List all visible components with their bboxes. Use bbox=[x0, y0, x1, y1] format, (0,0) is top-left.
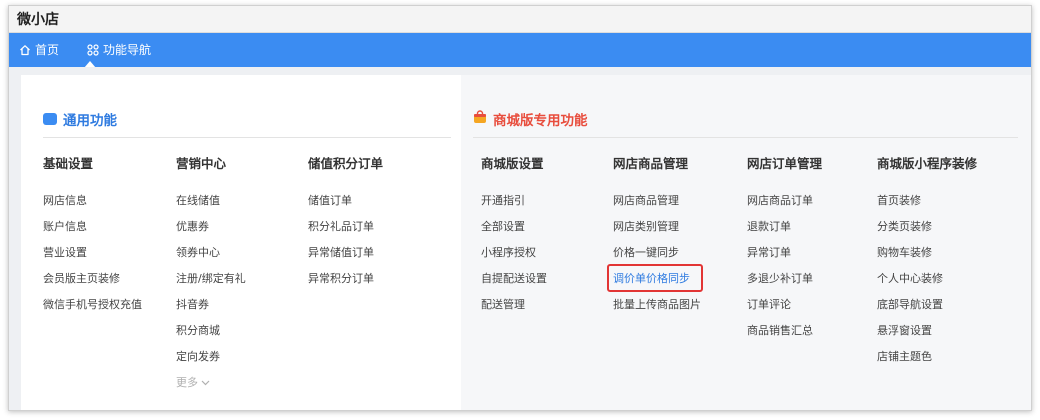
nav-function-guide-label: 功能导航 bbox=[103, 43, 152, 57]
general-divider bbox=[43, 137, 451, 138]
menu-item[interactable]: 微信手机号授权充值 bbox=[43, 296, 142, 312]
menu-item[interactable]: 异常积分订单 bbox=[308, 270, 374, 286]
menu-item[interactable]: 退款订单 bbox=[747, 218, 791, 234]
menu-item-price-adjustment-sync[interactable]: 调价单价格同步 bbox=[613, 270, 690, 286]
menu-item[interactable]: 积分礼品订单 bbox=[308, 218, 374, 234]
more-label: 更多 bbox=[176, 376, 198, 389]
menu-item[interactable]: 订单评论 bbox=[747, 296, 791, 312]
menu-item[interactable]: 网店商品订单 bbox=[747, 192, 813, 208]
menu-item[interactable]: 抖音券 bbox=[176, 296, 209, 312]
home-icon bbox=[19, 44, 31, 56]
shopping-bag-icon bbox=[473, 110, 487, 128]
app-title: 微小店 bbox=[17, 12, 59, 28]
menu-item[interactable]: 定向发券 bbox=[176, 348, 220, 364]
menu-item[interactable]: 首页装修 bbox=[877, 192, 921, 208]
general-section-title: 通用功能 bbox=[63, 113, 117, 129]
top-nav: 首页 功能导航 bbox=[9, 33, 1031, 67]
menu-item[interactable]: 批量上传商品图片 bbox=[613, 296, 701, 312]
menu-item[interactable]: 个人中心装修 bbox=[877, 270, 943, 286]
mall-section-header: 商城版专用功能 bbox=[473, 109, 588, 129]
menu-item[interactable]: 底部导航设置 bbox=[877, 296, 943, 312]
col-title-order-management: 网店订单管理 bbox=[747, 156, 823, 171]
more-button[interactable]: 更多 bbox=[176, 374, 210, 390]
menu-item[interactable]: 异常订单 bbox=[747, 244, 791, 260]
col-title-miniprogram-decoration: 商城版小程序装修 bbox=[877, 156, 978, 171]
menu-item[interactable]: 商品销售汇总 bbox=[747, 322, 813, 338]
menu-item[interactable]: 积分商城 bbox=[176, 322, 220, 338]
nav-home-label: 首页 bbox=[35, 43, 60, 57]
mall-functions-panel: 商城版专用功能 商城版设置 开通指引 全部设置 小程序授权 自提配送设置 配送管… bbox=[461, 75, 1031, 410]
title-bar: 微小店 bbox=[9, 6, 1031, 33]
menu-item[interactable]: 会员版主页装修 bbox=[43, 270, 120, 286]
app-window: 微小店 首页 功能导航 通用功能 基础设置 网店信息 账户信息 营业设置 会员版… bbox=[8, 5, 1032, 411]
menu-item[interactable]: 店铺主题色 bbox=[877, 348, 932, 364]
col-title-stored-value-orders: 储值积分订单 bbox=[308, 156, 384, 171]
mall-divider bbox=[473, 137, 1018, 138]
function-menu: 通用功能 基础设置 网店信息 账户信息 营业设置 会员版主页装修 微信手机号授权… bbox=[9, 67, 1031, 410]
col-title-mall-settings: 商城版设置 bbox=[481, 156, 544, 171]
section-general-icon bbox=[43, 113, 57, 125]
grid-icon bbox=[87, 44, 99, 56]
col-title-marketing: 营销中心 bbox=[176, 156, 227, 171]
menu-item[interactable]: 注册/绑定有礼 bbox=[176, 270, 246, 286]
menu-item[interactable]: 开通指引 bbox=[481, 192, 525, 208]
menu-item[interactable]: 账户信息 bbox=[43, 218, 87, 234]
menu-item[interactable]: 全部设置 bbox=[481, 218, 525, 234]
menu-item[interactable]: 网店类别管理 bbox=[613, 218, 679, 234]
menu-item[interactable]: 自提配送设置 bbox=[481, 270, 547, 286]
menu-item[interactable]: 分类页装修 bbox=[877, 218, 932, 234]
mall-section-title: 商城版专用功能 bbox=[493, 113, 588, 129]
general-functions-panel: 通用功能 基础设置 网店信息 账户信息 营业设置 会员版主页装修 微信手机号授权… bbox=[21, 75, 461, 410]
menu-item[interactable]: 优惠券 bbox=[176, 218, 209, 234]
menu-item[interactable]: 储值订单 bbox=[308, 192, 352, 208]
menu-item[interactable]: 异常储值订单 bbox=[308, 244, 374, 260]
menu-item[interactable]: 网店信息 bbox=[43, 192, 87, 208]
menu-item[interactable]: 价格一键同步 bbox=[613, 244, 679, 260]
col-title-product-management: 网店商品管理 bbox=[613, 156, 689, 171]
menu-item[interactable]: 营业设置 bbox=[43, 244, 87, 260]
nav-function-guide[interactable]: 功能导航 bbox=[87, 33, 151, 67]
menu-item[interactable]: 网店商品管理 bbox=[613, 192, 679, 208]
chevron-down-icon bbox=[201, 376, 210, 389]
menu-item[interactable]: 多退少补订单 bbox=[747, 270, 813, 286]
menu-item[interactable]: 购物车装修 bbox=[877, 244, 932, 260]
general-section-header: 通用功能 bbox=[43, 109, 117, 129]
menu-item[interactable]: 领券中心 bbox=[176, 244, 220, 260]
col-title-basic-settings: 基础设置 bbox=[43, 156, 94, 171]
menu-item[interactable]: 配送管理 bbox=[481, 296, 525, 312]
menu-item[interactable]: 小程序授权 bbox=[481, 244, 536, 260]
nav-home[interactable]: 首页 bbox=[19, 33, 59, 67]
menu-item[interactable]: 在线储值 bbox=[176, 192, 220, 208]
menu-item[interactable]: 悬浮窗设置 bbox=[877, 322, 932, 338]
